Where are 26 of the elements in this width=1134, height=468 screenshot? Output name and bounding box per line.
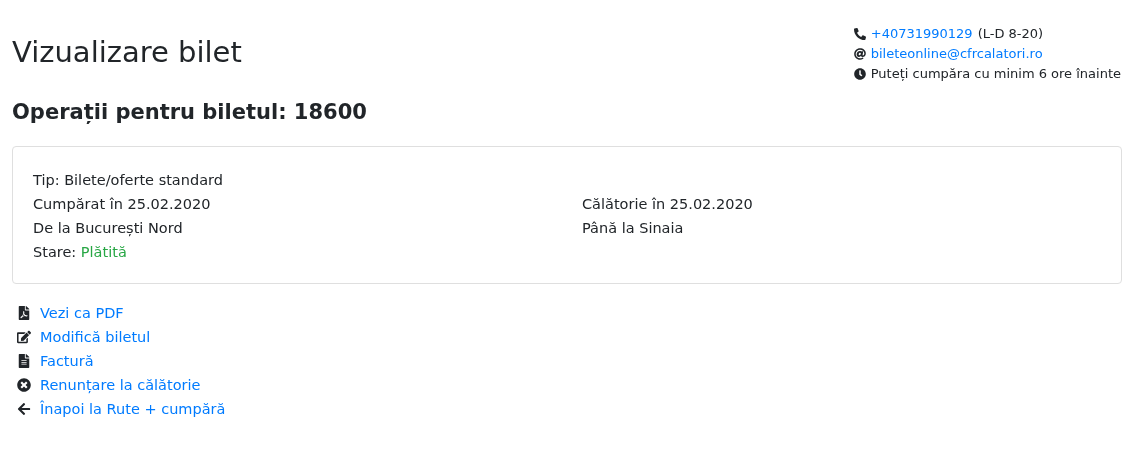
action-link[interactable]: Modifică biletul (40, 325, 151, 349)
travel-date: Călătorie în 25.02.2020 (582, 196, 753, 212)
document-icon (16, 354, 32, 368)
status-value: Plătită (80, 244, 127, 260)
clock-icon (853, 68, 866, 80)
departure-station: De la București Nord (33, 220, 183, 236)
notice-text: Puteți cumpăra cu minim 6 ore înainte (870, 65, 1121, 83)
action-link[interactable]: Vezi ca PDF (40, 301, 124, 325)
pdf-file-icon (16, 306, 32, 320)
edit-icon (16, 330, 32, 344)
email-link[interactable]: bileteonline@cfrcalatori.ro (870, 44, 1043, 64)
purchase-date: Cumpărat în 25.02.2020 (33, 196, 211, 212)
action-link[interactable]: Factură (40, 349, 94, 373)
status-label: Stare: (33, 244, 77, 260)
arrow-left-icon (16, 402, 32, 416)
ticket-type: Tip: Bilete/oferte standard (33, 172, 223, 188)
action-link[interactable]: Renunțare la călătorie (40, 373, 201, 397)
arrival-station: Până la Sinaia (582, 220, 684, 236)
ticket-subtitle: Operații pentru biletul: 18600 (12, 99, 368, 126)
at-icon (853, 48, 866, 60)
cancel-icon (16, 378, 32, 392)
action-link[interactable]: Înapoi la Rute + cumpără (40, 397, 226, 421)
page-title: Vizualizare bilet (12, 34, 242, 71)
phone-link[interactable]: +40731990129 (870, 24, 973, 44)
phone-hours: (L-D 8-20) (977, 25, 1044, 43)
phone-icon (853, 28, 866, 40)
